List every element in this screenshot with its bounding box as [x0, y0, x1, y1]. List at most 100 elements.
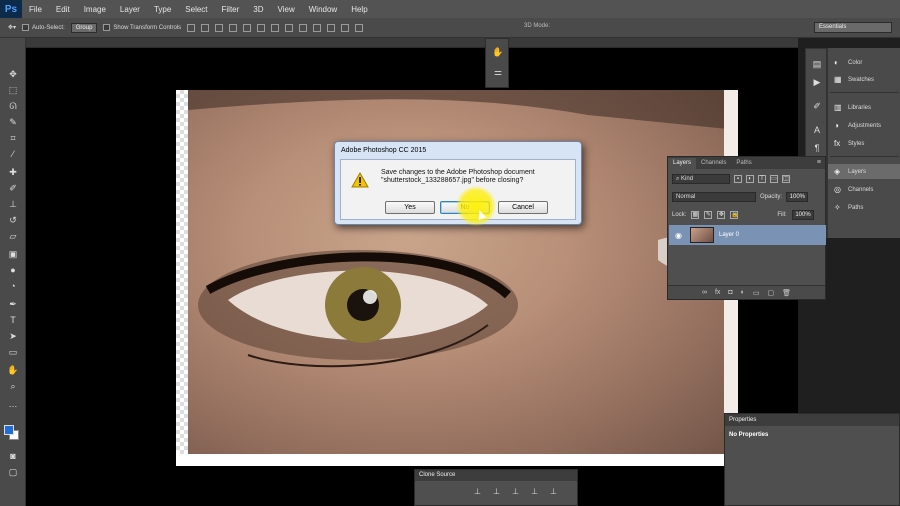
history-icon[interactable]: ▤: [811, 59, 823, 71]
align-right-icon[interactable]: [257, 23, 266, 32]
yes-button[interactable]: Yes: [385, 201, 435, 214]
tab-paths[interactable]: Paths: [731, 158, 756, 169]
blur-tool-icon[interactable]: ●: [6, 264, 20, 276]
shape-filter-icon[interactable]: ▭: [770, 175, 778, 183]
character-icon[interactable]: A: [811, 125, 823, 137]
crop-tool-icon[interactable]: ⌗: [6, 132, 20, 144]
pixel-filter-icon[interactable]: ▪: [734, 175, 742, 183]
paragraph-icon[interactable]: ¶: [811, 143, 823, 155]
lock-transparent-icon[interactable]: ▦: [691, 211, 700, 219]
more-tools-icon[interactable]: …: [6, 398, 20, 410]
trash-icon[interactable]: 🗑: [782, 289, 791, 297]
lasso-tool-icon[interactable]: ᘏ: [6, 100, 20, 112]
lock-position-icon[interactable]: ✥: [717, 211, 726, 219]
new-layer-icon[interactable]: ▢: [768, 289, 775, 297]
layer-row[interactable]: ◉ Layer 0: [669, 225, 826, 245]
healing-brush-tool-icon[interactable]: ✚: [6, 166, 20, 178]
menu-select[interactable]: Select: [178, 5, 214, 14]
menu-filter[interactable]: Filter: [215, 5, 247, 14]
dock-color[interactable]: ◐ Color: [828, 55, 900, 70]
layer-name[interactable]: Layer 0: [719, 232, 739, 238]
zoom-tool-icon[interactable]: ⌕: [6, 380, 20, 392]
clone-source-4-icon[interactable]: ⊥: [530, 487, 539, 496]
gradient-tool-icon[interactable]: ▣: [6, 248, 20, 260]
align-top-icon[interactable]: [187, 23, 196, 32]
lock-all-icon[interactable]: 🔒: [730, 211, 739, 219]
align-bottom-icon[interactable]: [215, 23, 224, 32]
distribute-top-icon[interactable]: [271, 23, 280, 32]
distribute-middle-icon[interactable]: [285, 23, 294, 32]
distribute-center-icon[interactable]: [327, 23, 336, 32]
screen-mode-icon[interactable]: ▢: [6, 466, 20, 478]
shape-tool-icon[interactable]: ▭: [6, 346, 20, 358]
menu-help[interactable]: Help: [344, 5, 374, 14]
quick-mask-icon[interactable]: ◙: [6, 450, 20, 462]
dock-layers[interactable]: ◈ Layers: [828, 164, 900, 179]
menu-image[interactable]: Image: [77, 5, 113, 14]
menu-3d[interactable]: 3D: [246, 5, 270, 14]
type-filter-icon[interactable]: T: [758, 175, 766, 183]
distribute-left-icon[interactable]: [313, 23, 322, 32]
panel-menu-icon[interactable]: ≡: [817, 159, 821, 166]
show-transform-checkbox[interactable]: Show Transform Controls: [103, 24, 181, 31]
auto-select-checkbox[interactable]: Auto-Select:: [22, 24, 65, 31]
type-tool-icon[interactable]: T: [6, 314, 20, 326]
smart-object-filter-icon[interactable]: ◫: [782, 175, 790, 183]
adjustment-filter-icon[interactable]: ◐: [746, 175, 754, 183]
blend-mode-dropdown[interactable]: Normal: [672, 192, 756, 202]
clone-source-5-icon[interactable]: ⊥: [549, 487, 558, 496]
dock-libraries[interactable]: ▥ Libraries: [828, 100, 900, 115]
tab-channels[interactable]: Channels: [696, 158, 731, 169]
group-dropdown[interactable]: Group: [70, 22, 98, 33]
path-select-tool-icon[interactable]: ➤: [6, 330, 20, 342]
hand-tool-icon[interactable]: ✋: [6, 364, 20, 376]
align-center-icon[interactable]: [243, 23, 252, 32]
eye-icon[interactable]: ◉: [675, 231, 685, 240]
hand-icon[interactable]: ✋: [492, 47, 504, 59]
quick-select-tool-icon[interactable]: ✎: [6, 116, 20, 128]
menu-type[interactable]: Type: [147, 5, 178, 14]
align-left-icon[interactable]: [229, 23, 238, 32]
clone-source-3-icon[interactable]: ⊥: [511, 487, 520, 496]
dock-channels[interactable]: ◎ Channels: [828, 182, 900, 197]
layer-mask-icon[interactable]: ◘: [728, 289, 732, 296]
menu-layer[interactable]: Layer: [113, 5, 147, 14]
eyedropper-tool-icon[interactable]: ⁄: [6, 148, 20, 160]
layer-style-icon[interactable]: fx: [715, 289, 720, 296]
align-middle-icon[interactable]: [201, 23, 210, 32]
opacity-input[interactable]: 100%: [786, 192, 809, 202]
dock-swatches[interactable]: ▦ Swatches: [828, 72, 900, 87]
kind-filter-dropdown[interactable]: ⌕ Kind: [672, 174, 730, 184]
clone-stamp-tool-icon[interactable]: ⊥: [6, 198, 20, 210]
clone-source-1-icon[interactable]: ⊥: [473, 487, 482, 496]
distribute-bottom-icon[interactable]: [299, 23, 308, 32]
fill-input[interactable]: 100%: [791, 210, 814, 220]
move-tool-preset[interactable]: ✥▾: [8, 24, 16, 31]
eraser-tool-icon[interactable]: ▱: [6, 230, 20, 242]
menu-view[interactable]: View: [271, 5, 302, 14]
brush-presets-icon[interactable]: ✐: [811, 101, 823, 113]
dock-paths[interactable]: ✧ Paths: [828, 200, 900, 215]
group-icon[interactable]: ▭: [753, 289, 760, 297]
dock-styles[interactable]: fx Styles: [828, 136, 900, 151]
distribute-right-icon[interactable]: [341, 23, 350, 32]
move-tool-icon[interactable]: ✥: [6, 68, 20, 80]
workspace-dropdown[interactable]: Essentials: [814, 22, 892, 33]
dodge-tool-icon[interactable]: ◔: [6, 280, 20, 292]
brush-tool-icon[interactable]: ✐: [6, 182, 20, 194]
menu-window[interactable]: Window: [302, 5, 344, 14]
actions-icon[interactable]: ▶: [811, 77, 823, 89]
history-brush-tool-icon[interactable]: ↺: [6, 214, 20, 226]
pen-tool-icon[interactable]: ✒: [6, 298, 20, 310]
auto-align-icon[interactable]: [355, 23, 364, 32]
menu-edit[interactable]: Edit: [49, 5, 77, 14]
dock-adjustments[interactable]: ◑ Adjustments: [828, 118, 900, 133]
adjustment-layer-icon[interactable]: ◐: [741, 289, 745, 296]
sliders-icon[interactable]: ⚌: [492, 67, 504, 79]
cancel-button[interactable]: Cancel: [498, 201, 548, 214]
marquee-tool-icon[interactable]: ⬚: [6, 84, 20, 96]
tab-layers[interactable]: Layers: [668, 158, 697, 169]
clone-source-2-icon[interactable]: ⊥: [492, 487, 501, 496]
foreground-color-swatch[interactable]: [4, 425, 14, 435]
menu-file[interactable]: File: [22, 5, 49, 14]
